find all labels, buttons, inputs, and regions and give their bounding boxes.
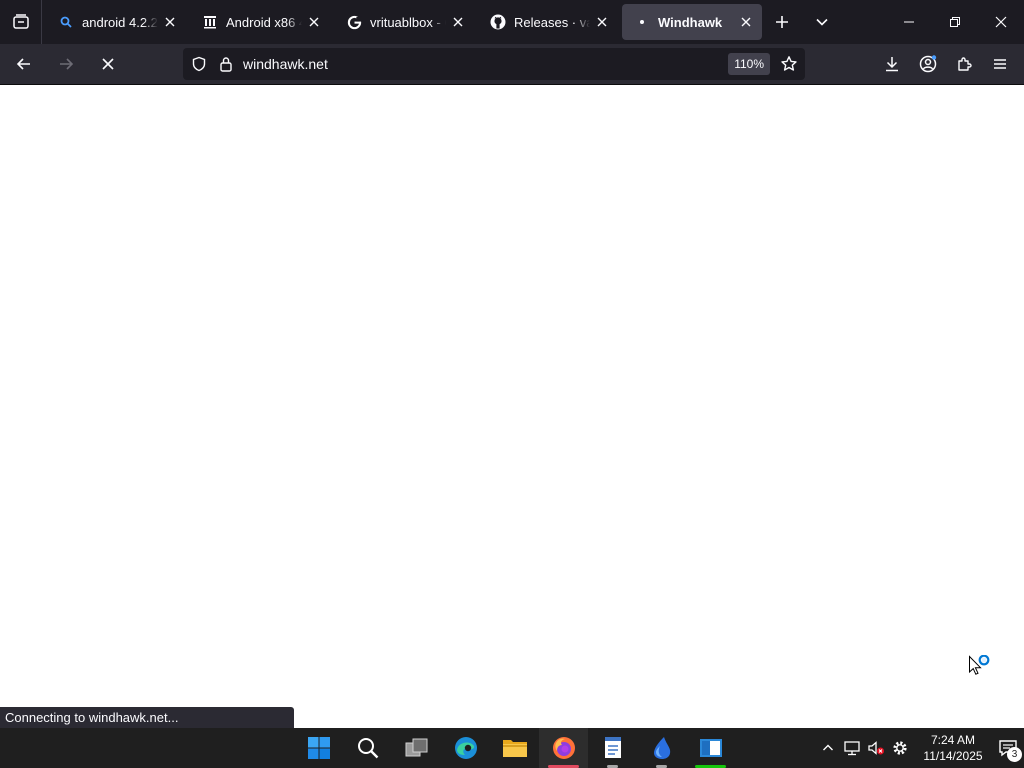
page-content[interactable] — [0, 85, 1024, 728]
search-icon — [58, 14, 74, 30]
clock[interactable]: 7:24 AM 11/14/2025 — [920, 732, 986, 764]
lock-icon[interactable] — [219, 56, 233, 72]
tab-title: vrituablbox - Google — [370, 14, 446, 30]
close-icon[interactable] — [738, 14, 754, 30]
minimize-button[interactable] — [886, 0, 932, 44]
start-button[interactable] — [294, 728, 343, 768]
file-explorer-app[interactable] — [490, 728, 539, 768]
window-app-icon — [699, 739, 722, 757]
shield-icon[interactable] — [191, 56, 207, 72]
app-drop-icon — [653, 737, 670, 759]
google-icon — [346, 14, 362, 30]
navigation-toolbar: windhawk.net 110% — [0, 44, 1024, 85]
stop-icon — [102, 58, 114, 70]
tab-windhawk[interactable]: Windhawk — [622, 4, 762, 40]
toolbar-right — [874, 48, 1018, 80]
tab-strip: android 4.2.2 iso Android x86 4.2 vritua… — [0, 0, 1024, 44]
clock-date: 11/14/2025 — [923, 749, 983, 763]
firefox-icon — [552, 737, 575, 759]
menu-button[interactable] — [982, 48, 1018, 80]
network-button[interactable] — [840, 728, 864, 768]
star-icon — [781, 56, 797, 71]
chevron-down-icon — [816, 18, 828, 26]
close-icon[interactable] — [594, 14, 610, 30]
chevron-up-icon — [823, 744, 833, 751]
status-panel: Connecting to windhawk.net... — [0, 707, 294, 728]
close-icon[interactable] — [450, 14, 466, 30]
clock-time: 7:24 AM — [930, 733, 976, 747]
url-text[interactable]: windhawk.net — [243, 56, 328, 72]
system-tray: 7:24 AM 11/14/2025 3 — [816, 728, 1024, 768]
forward-button[interactable] — [48, 48, 84, 80]
notification-count-badge: 3 — [1007, 747, 1022, 762]
tab-github-releases[interactable]: Releases · valinet — [478, 4, 618, 40]
downloads-button[interactable] — [874, 48, 910, 80]
taskbar: 7:24 AM 11/14/2025 3 — [0, 728, 1024, 768]
zoom-level-badge[interactable]: 110% — [728, 53, 770, 75]
restore-button[interactable] — [932, 0, 978, 44]
gear-icon — [893, 741, 907, 755]
busy-cursor-icon — [968, 654, 992, 679]
bookmark-star-button[interactable] — [777, 52, 801, 76]
plus-icon — [776, 16, 788, 28]
settings-button[interactable] — [888, 728, 912, 768]
puzzle-icon — [958, 57, 972, 71]
window-app[interactable] — [686, 728, 735, 768]
volume-button[interactable] — [864, 728, 888, 768]
close-window-button[interactable] — [978, 0, 1024, 44]
windows-start-icon — [307, 737, 330, 759]
blue-app[interactable] — [637, 728, 686, 768]
back-button[interactable] — [6, 48, 42, 80]
search-icon — [357, 738, 378, 759]
network-icon — [844, 741, 860, 756]
account-button[interactable] — [910, 48, 946, 80]
volume-muted-icon — [868, 741, 884, 755]
folder-icon — [502, 740, 527, 757]
hamburger-menu-icon — [994, 59, 1006, 69]
show-hidden-icons-button[interactable] — [816, 728, 840, 768]
firefox-app[interactable] — [539, 728, 588, 768]
tab-title: Windhawk — [658, 14, 723, 30]
edge-icon — [454, 737, 477, 759]
close-icon[interactable] — [306, 14, 322, 30]
library-icon — [202, 14, 218, 30]
tab-android-iso[interactable]: android 4.2.2 iso — [46, 4, 186, 40]
tab-title: Releases · valinet — [514, 14, 590, 30]
task-view-button[interactable] — [392, 728, 441, 768]
minimize-icon — [904, 21, 914, 23]
tab-google-search[interactable]: vrituablbox - Google — [334, 4, 474, 40]
download-icon — [886, 57, 898, 72]
url-bar[interactable]: windhawk.net 110% — [183, 48, 805, 80]
taskbar-apps — [294, 728, 735, 768]
firefox-view-button[interactable] — [0, 0, 42, 44]
arrow-left-icon — [16, 58, 30, 70]
new-tab-button[interactable] — [762, 0, 802, 44]
taskbar-search-button[interactable] — [343, 728, 392, 768]
window-controls — [886, 0, 1024, 44]
notification-center-button[interactable]: 3 — [992, 728, 1024, 768]
tab-title: Android x86 4.2 — [226, 14, 302, 30]
task-view-icon — [405, 738, 427, 757]
firefox-view-icon — [12, 14, 29, 29]
tab-title: android 4.2.2 iso — [82, 14, 158, 30]
stop-button[interactable] — [90, 48, 126, 80]
notepad-icon — [604, 737, 621, 758]
extensions-button[interactable] — [946, 48, 982, 80]
account-icon — [919, 55, 937, 73]
notepad-app[interactable] — [588, 728, 637, 768]
close-icon — [995, 16, 1007, 28]
github-icon — [490, 14, 506, 30]
restore-icon — [950, 17, 960, 27]
edge-app[interactable] — [441, 728, 490, 768]
close-icon[interactable] — [162, 14, 178, 30]
tab-android-x86[interactable]: Android x86 4.2 — [190, 4, 330, 40]
arrow-right-icon — [60, 58, 74, 70]
loading-dot-icon — [634, 14, 650, 30]
list-all-tabs-button[interactable] — [802, 0, 842, 44]
